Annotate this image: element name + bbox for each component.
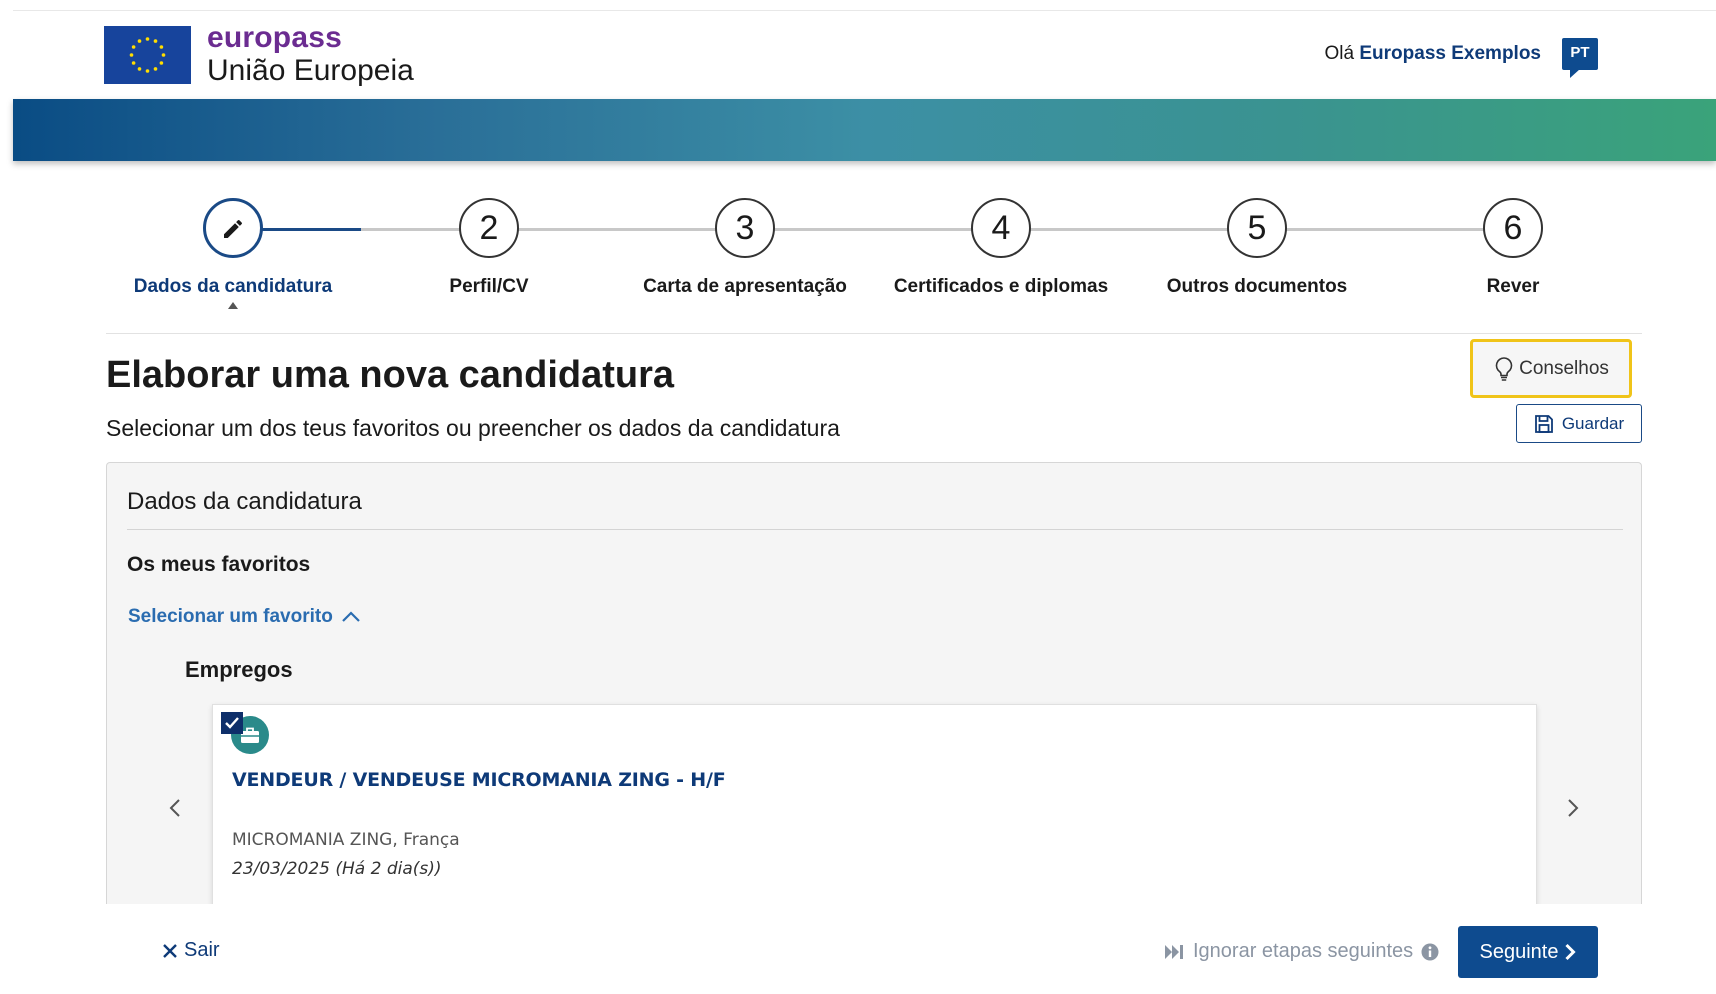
exit-label: Sair xyxy=(184,939,220,961)
next-label: Seguinte xyxy=(1479,940,1559,963)
carousel-next-button[interactable] xyxy=(1561,793,1585,823)
save-disk-icon xyxy=(1534,414,1553,433)
chevron-up-icon xyxy=(342,611,360,622)
step-certificates[interactable]: 4 Certificados e diplomas xyxy=(873,198,1129,298)
close-icon xyxy=(163,943,177,958)
job-select-checkbox[interactable] xyxy=(221,712,243,734)
tips-button[interactable]: Conselhos xyxy=(1470,339,1632,398)
tips-label: Conselhos xyxy=(1519,357,1609,379)
step-review[interactable]: 6 Rever xyxy=(1385,198,1641,298)
greeting-prefix: Olá xyxy=(1324,43,1355,64)
panel-title: Dados da candidatura xyxy=(127,488,362,515)
current-step-caret-icon xyxy=(228,302,238,309)
step-number: 5 xyxy=(1227,198,1287,258)
job-date: 23/03/2025 (Há 2 dia(s)) xyxy=(232,859,442,879)
divider xyxy=(106,333,1642,334)
step-application-data[interactable]: Dados da candidatura xyxy=(105,198,361,309)
step-label: Perfil/CV xyxy=(449,276,529,297)
chevron-left-icon xyxy=(169,799,180,817)
step-label: Carta de apresentação xyxy=(643,276,847,297)
header-banner xyxy=(13,99,1716,161)
select-favorite-label: Selecionar um favorito xyxy=(128,606,333,627)
step-number: 4 xyxy=(971,198,1031,258)
site-header: europass União Europeia Olá Europass Exe… xyxy=(13,10,1716,99)
save-label: Guardar xyxy=(1561,413,1625,433)
job-card[interactable]: VENDEUR / VENDEUSE MICROMANIA ZING - H/F… xyxy=(212,704,1537,904)
brand-name[interactable]: europass xyxy=(207,21,342,55)
chevron-right-icon xyxy=(1568,799,1579,817)
step-number: 3 xyxy=(715,198,775,258)
step-other-documents[interactable]: 5 Outros documentos xyxy=(1129,198,1385,298)
progress-stepper: Dados da candidatura 2 Perfil/CV 3 Carta… xyxy=(105,195,1637,309)
skip-forward-icon xyxy=(1165,944,1183,959)
skip-label: Ignorar etapas seguintes xyxy=(1193,940,1414,962)
page-title: Elaborar uma nova candidatura xyxy=(106,354,675,396)
language-selector[interactable]: PT xyxy=(1562,38,1598,78)
job-company: MICROMANIA ZING, França xyxy=(232,830,460,850)
checkmark-icon xyxy=(225,717,239,729)
user-name[interactable]: Europass Exemplos xyxy=(1359,43,1541,64)
page-subtitle: Selecionar um dos teus favoritos ou pree… xyxy=(106,415,840,441)
favorites-heading: Os meus favoritos xyxy=(127,553,311,576)
panel-divider xyxy=(127,529,1623,530)
step-label: Outros documentos xyxy=(1166,276,1348,297)
next-button[interactable]: Seguinte xyxy=(1458,926,1598,978)
skip-steps-button[interactable]: Ignorar etapas seguintes xyxy=(1163,940,1439,963)
save-button[interactable]: Guardar xyxy=(1516,404,1642,443)
brand-subtitle: União Europeia xyxy=(207,54,414,87)
application-data-panel: Dados da candidatura Os meus favoritos S… xyxy=(106,462,1642,904)
jobs-heading: Empregos xyxy=(185,657,293,682)
info-icon xyxy=(1421,943,1439,960)
carousel-prev-button[interactable] xyxy=(163,793,187,823)
step-label: Dados da candidatura xyxy=(133,276,333,297)
step-label: Rever xyxy=(1486,276,1540,297)
step-number: 6 xyxy=(1483,198,1543,258)
step-number: 2 xyxy=(459,198,519,258)
step-profile-cv[interactable]: 2 Perfil/CV xyxy=(361,198,617,298)
step-cover-letter[interactable]: 3 Carta de apresentação xyxy=(617,198,873,298)
user-greeting[interactable]: Olá Europass Exemplos xyxy=(1325,43,1541,65)
step-label: Certificados e diplomas xyxy=(893,276,1109,297)
select-favorite-toggle[interactable]: Selecionar um favorito xyxy=(128,606,361,628)
chevron-right-icon xyxy=(1565,943,1577,961)
exit-button[interactable]: Sair xyxy=(162,939,220,962)
pencil-icon xyxy=(224,219,243,238)
job-title[interactable]: VENDEUR / VENDEUSE MICROMANIA ZING - H/F xyxy=(232,769,726,791)
eu-flag-logo[interactable] xyxy=(104,26,191,84)
lightbulb-icon xyxy=(1495,356,1513,381)
step-circle xyxy=(203,198,263,258)
